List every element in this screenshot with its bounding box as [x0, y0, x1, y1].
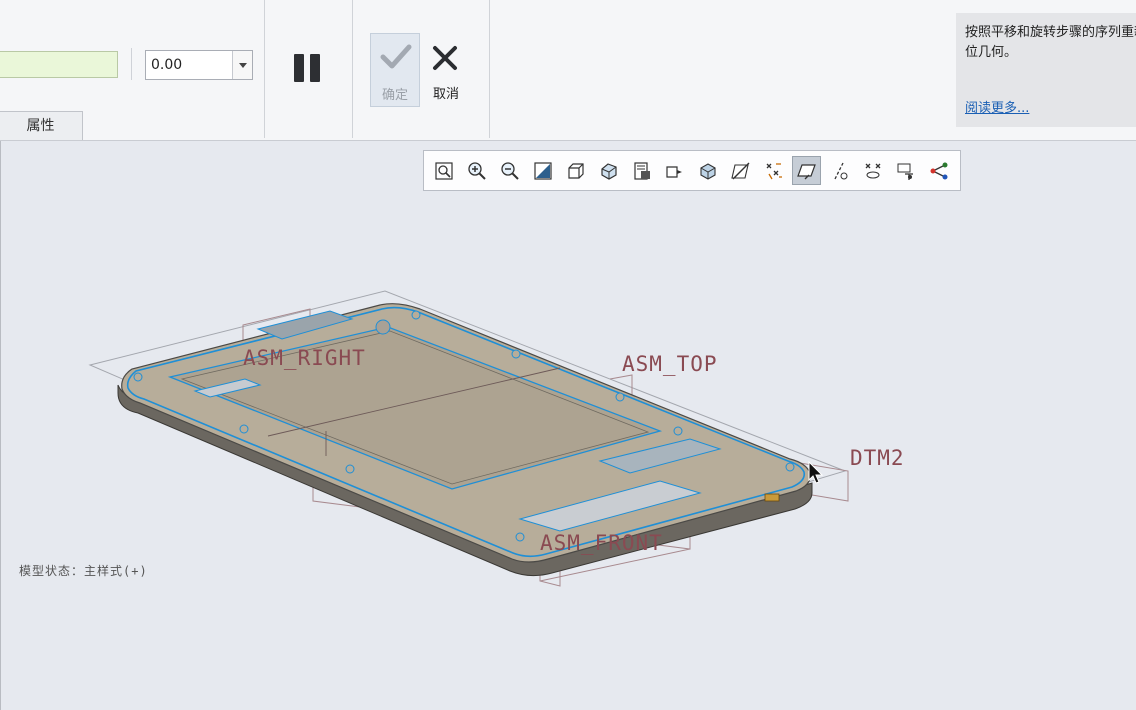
graphics-viewport[interactable]: ASM_RIGHT ASM_TOP DTM2 ASM_FRONT 模型状态：主样…: [0, 141, 1136, 710]
spin-center-button[interactable]: [924, 156, 953, 185]
value-combobox[interactable]: 0.00: [145, 50, 253, 80]
divider: [352, 0, 353, 138]
check-icon: [380, 44, 412, 69]
camera-ring: [375, 319, 391, 335]
datum-display-filters-button[interactable]: [726, 156, 755, 185]
dashboard-ribbon: 0.00 属性 确定 取消 按照平移和旋转步骤的序列重新定位几何。 阅读更多..…: [0, 0, 1136, 141]
close-icon: [433, 46, 457, 70]
pause-icon: [294, 54, 304, 82]
divider: [264, 0, 265, 138]
read-more-link[interactable]: 阅读更多...: [965, 97, 1029, 116]
divider: [131, 48, 132, 80]
saved-orientations-icon: [600, 162, 617, 180]
datum-display-filters-icon: [730, 162, 749, 179]
perspective-view-button[interactable]: [660, 156, 689, 185]
in-graphics-toolbar: [423, 150, 961, 191]
annotation-display-button[interactable]: [759, 156, 788, 185]
section-button[interactable]: [693, 156, 722, 185]
axis-display-icon: [833, 162, 847, 179]
refit-icon: [434, 161, 453, 180]
divider: [489, 0, 490, 138]
saved-orientations-button[interactable]: [594, 156, 623, 185]
repaint-icon: [533, 161, 552, 180]
cancel-label: 取消: [432, 87, 459, 102]
csys-display-button[interactable]: [891, 156, 920, 185]
help-panel: 按照平移和旋转步骤的序列重新定位几何。 阅读更多...: [956, 13, 1136, 127]
tab-properties[interactable]: 属性: [0, 111, 83, 140]
repaint-button[interactable]: [528, 156, 557, 185]
datum-label-dtm2[interactable]: DTM2: [850, 446, 905, 470]
help-text: 按照平移和旋转步骤的序列重新定位几何。: [965, 25, 1136, 60]
point-display-icon: [865, 163, 880, 178]
plane-display-button[interactable]: [792, 156, 821, 185]
datum-label-front[interactable]: ASM_FRONT: [540, 531, 663, 555]
csys-display-icon: [897, 163, 913, 180]
view-manager-icon: [633, 161, 650, 180]
zoom-in-button[interactable]: [462, 156, 491, 185]
ok-button[interactable]: 确定: [370, 33, 420, 107]
zoom-out-button[interactable]: [495, 156, 524, 185]
model-state-label: 模型状态：主样式(+): [19, 564, 148, 578]
cancel-button[interactable]: 取消: [424, 33, 468, 107]
display-style-button[interactable]: [561, 156, 590, 185]
axis-display-button[interactable]: [825, 156, 854, 185]
annotation-display-icon: [766, 162, 782, 179]
zoom-out-icon: [500, 161, 519, 180]
value-text[interactable]: 0.00: [151, 57, 182, 73]
port: [764, 493, 780, 502]
point-display-button[interactable]: [858, 156, 887, 185]
section-icon: [699, 162, 716, 180]
plane-display-icon: [796, 163, 816, 179]
perspective-view-icon: [665, 165, 682, 178]
zoom-in-icon: [467, 161, 486, 180]
ok-label: 确定: [381, 88, 408, 103]
spin-center-icon: [930, 162, 947, 179]
pause-button[interactable]: [290, 50, 326, 86]
chevron-down-icon[interactable]: [232, 51, 252, 79]
model-view[interactable]: [0, 141, 1136, 710]
display-style-icon: [567, 162, 584, 179]
reference-collector[interactable]: [0, 51, 118, 78]
pause-icon-bar: [310, 54, 320, 82]
datum-label-top[interactable]: ASM_TOP: [622, 352, 718, 376]
view-manager-button[interactable]: [627, 156, 656, 185]
mouse-cursor-icon: [808, 461, 824, 484]
refit-button[interactable]: [429, 156, 458, 185]
datum-label-right[interactable]: ASM_RIGHT: [243, 346, 366, 370]
